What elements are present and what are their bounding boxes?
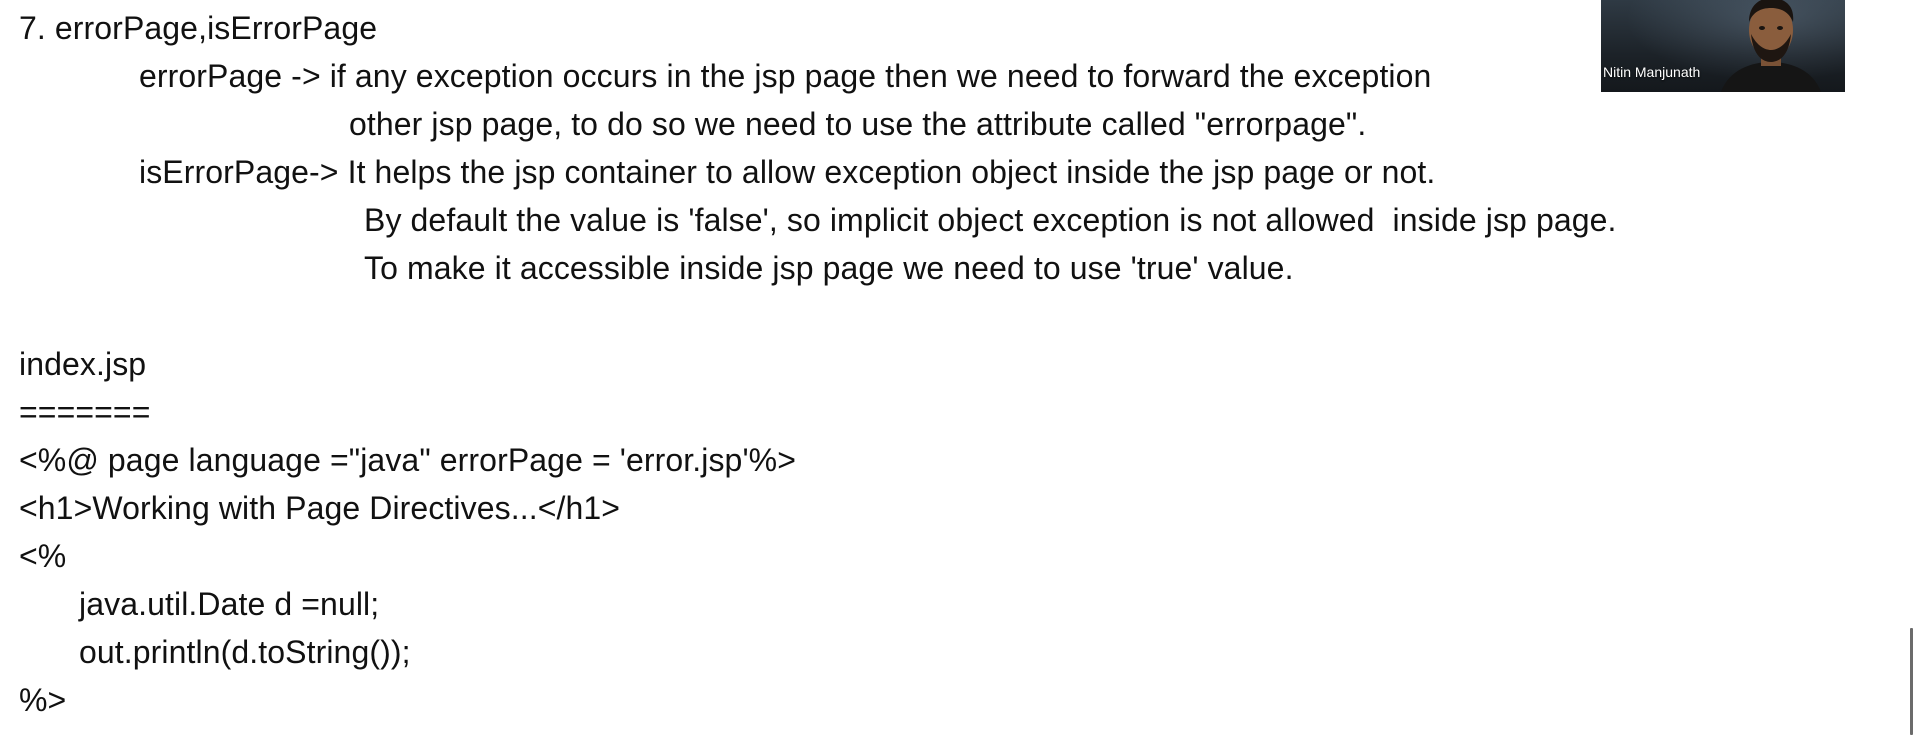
file-name: index.jsp [19, 346, 147, 382]
file-name-underline: ======= [19, 394, 151, 430]
presenter-video-icon [1721, 0, 1821, 92]
errorpage-description-line-1: errorPage -> if any exception occurs in … [139, 58, 1432, 94]
iserrorpage-description-line-3: To make it accessible inside jsp page we… [364, 250, 1294, 286]
vertical-scrollbar[interactable] [1910, 628, 1913, 735]
code-line: <% [19, 538, 67, 574]
iserrorpage-description-line-2: By default the value is 'false', so impl… [364, 202, 1617, 238]
code-line: <%@ page language ="java" errorPage = 'e… [19, 442, 796, 478]
section-heading: 7. errorPage,isErrorPage [19, 10, 378, 46]
slide-document: 7. errorPage,isErrorPage errorPage -> if… [0, 0, 1919, 735]
code-line: out.println(d.toString()); [79, 634, 411, 670]
code-line: <h1>Working with Page Directives...</h1> [19, 490, 621, 526]
errorpage-description-line-2: other jsp page, to do so we need to use … [349, 106, 1367, 142]
webcam-video-tile: Nitin Manjunath [1601, 0, 1845, 92]
iserrorpage-description-line-1: isErrorPage-> It helps the jsp container… [139, 154, 1436, 190]
code-line: %> [19, 682, 67, 718]
participant-name-label: Nitin Manjunath [1603, 64, 1701, 80]
code-line: java.util.Date d =null; [79, 586, 380, 622]
